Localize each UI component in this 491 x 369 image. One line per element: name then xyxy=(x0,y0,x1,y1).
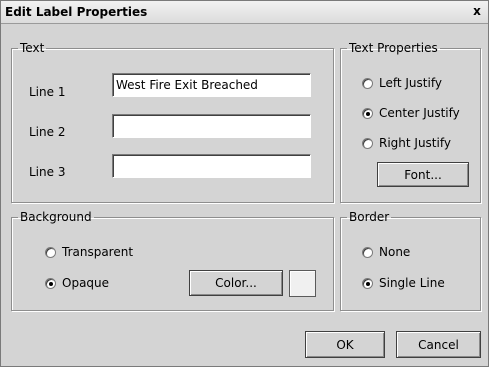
center-justify-radio-circle[interactable] xyxy=(362,107,373,119)
ok-button[interactable]: OK xyxy=(305,331,385,358)
border-none-radio[interactable]: None xyxy=(362,245,410,259)
text-properties-legend: Text Properties xyxy=(349,41,438,55)
opaque-radio-circle[interactable] xyxy=(45,277,56,289)
line1-label: Line 1 xyxy=(29,85,66,99)
close-icon[interactable]: x xyxy=(470,4,484,18)
border-group: Border xyxy=(340,210,481,311)
border-single-line-radio-circle[interactable] xyxy=(362,277,373,289)
opaque-radio[interactable]: Opaque xyxy=(45,276,109,290)
right-justify-radio-circle[interactable] xyxy=(362,137,373,149)
line2-label: Line 2 xyxy=(29,125,66,139)
left-justify-label: Left Justify xyxy=(379,76,442,90)
opaque-label: Opaque xyxy=(62,276,110,290)
right-justify-radio[interactable]: Right Justify xyxy=(362,136,451,150)
title-bar[interactable]: Edit Label Properties x xyxy=(1,1,488,24)
font-button[interactable]: Font... xyxy=(377,162,469,187)
border-single-line-label: Single Line xyxy=(379,276,445,290)
background-legend: Background xyxy=(20,210,92,224)
right-justify-label: Right Justify xyxy=(379,136,451,150)
transparent-label: Transparent xyxy=(62,245,134,259)
border-none-radio-circle[interactable] xyxy=(362,246,373,258)
dialog-title: Edit Label Properties xyxy=(5,5,148,19)
border-legend: Border xyxy=(349,210,390,224)
line3-label: Line 3 xyxy=(29,165,66,179)
left-justify-radio-circle[interactable] xyxy=(362,77,373,89)
center-justify-radio[interactable]: Center Justify xyxy=(362,106,460,120)
line2-input[interactable] xyxy=(112,114,311,138)
text-group-legend: Text xyxy=(20,41,45,55)
line1-input[interactable] xyxy=(112,73,311,97)
border-none-label: None xyxy=(379,245,411,259)
center-justify-label: Center Justify xyxy=(379,106,460,120)
color-button[interactable]: Color... xyxy=(189,270,283,296)
border-single-line-radio[interactable]: Single Line xyxy=(362,276,445,290)
transparent-radio-circle[interactable] xyxy=(45,246,56,258)
line3-input[interactable] xyxy=(112,154,311,178)
edit-label-properties-dialog: Edit Label Properties x Text Line 1 Line… xyxy=(0,0,489,367)
left-justify-radio[interactable]: Left Justify xyxy=(362,76,442,90)
background-color-swatch[interactable] xyxy=(289,270,316,297)
transparent-radio[interactable]: Transparent xyxy=(45,245,133,259)
cancel-button[interactable]: Cancel xyxy=(396,331,481,358)
background-group: Background xyxy=(11,210,334,311)
